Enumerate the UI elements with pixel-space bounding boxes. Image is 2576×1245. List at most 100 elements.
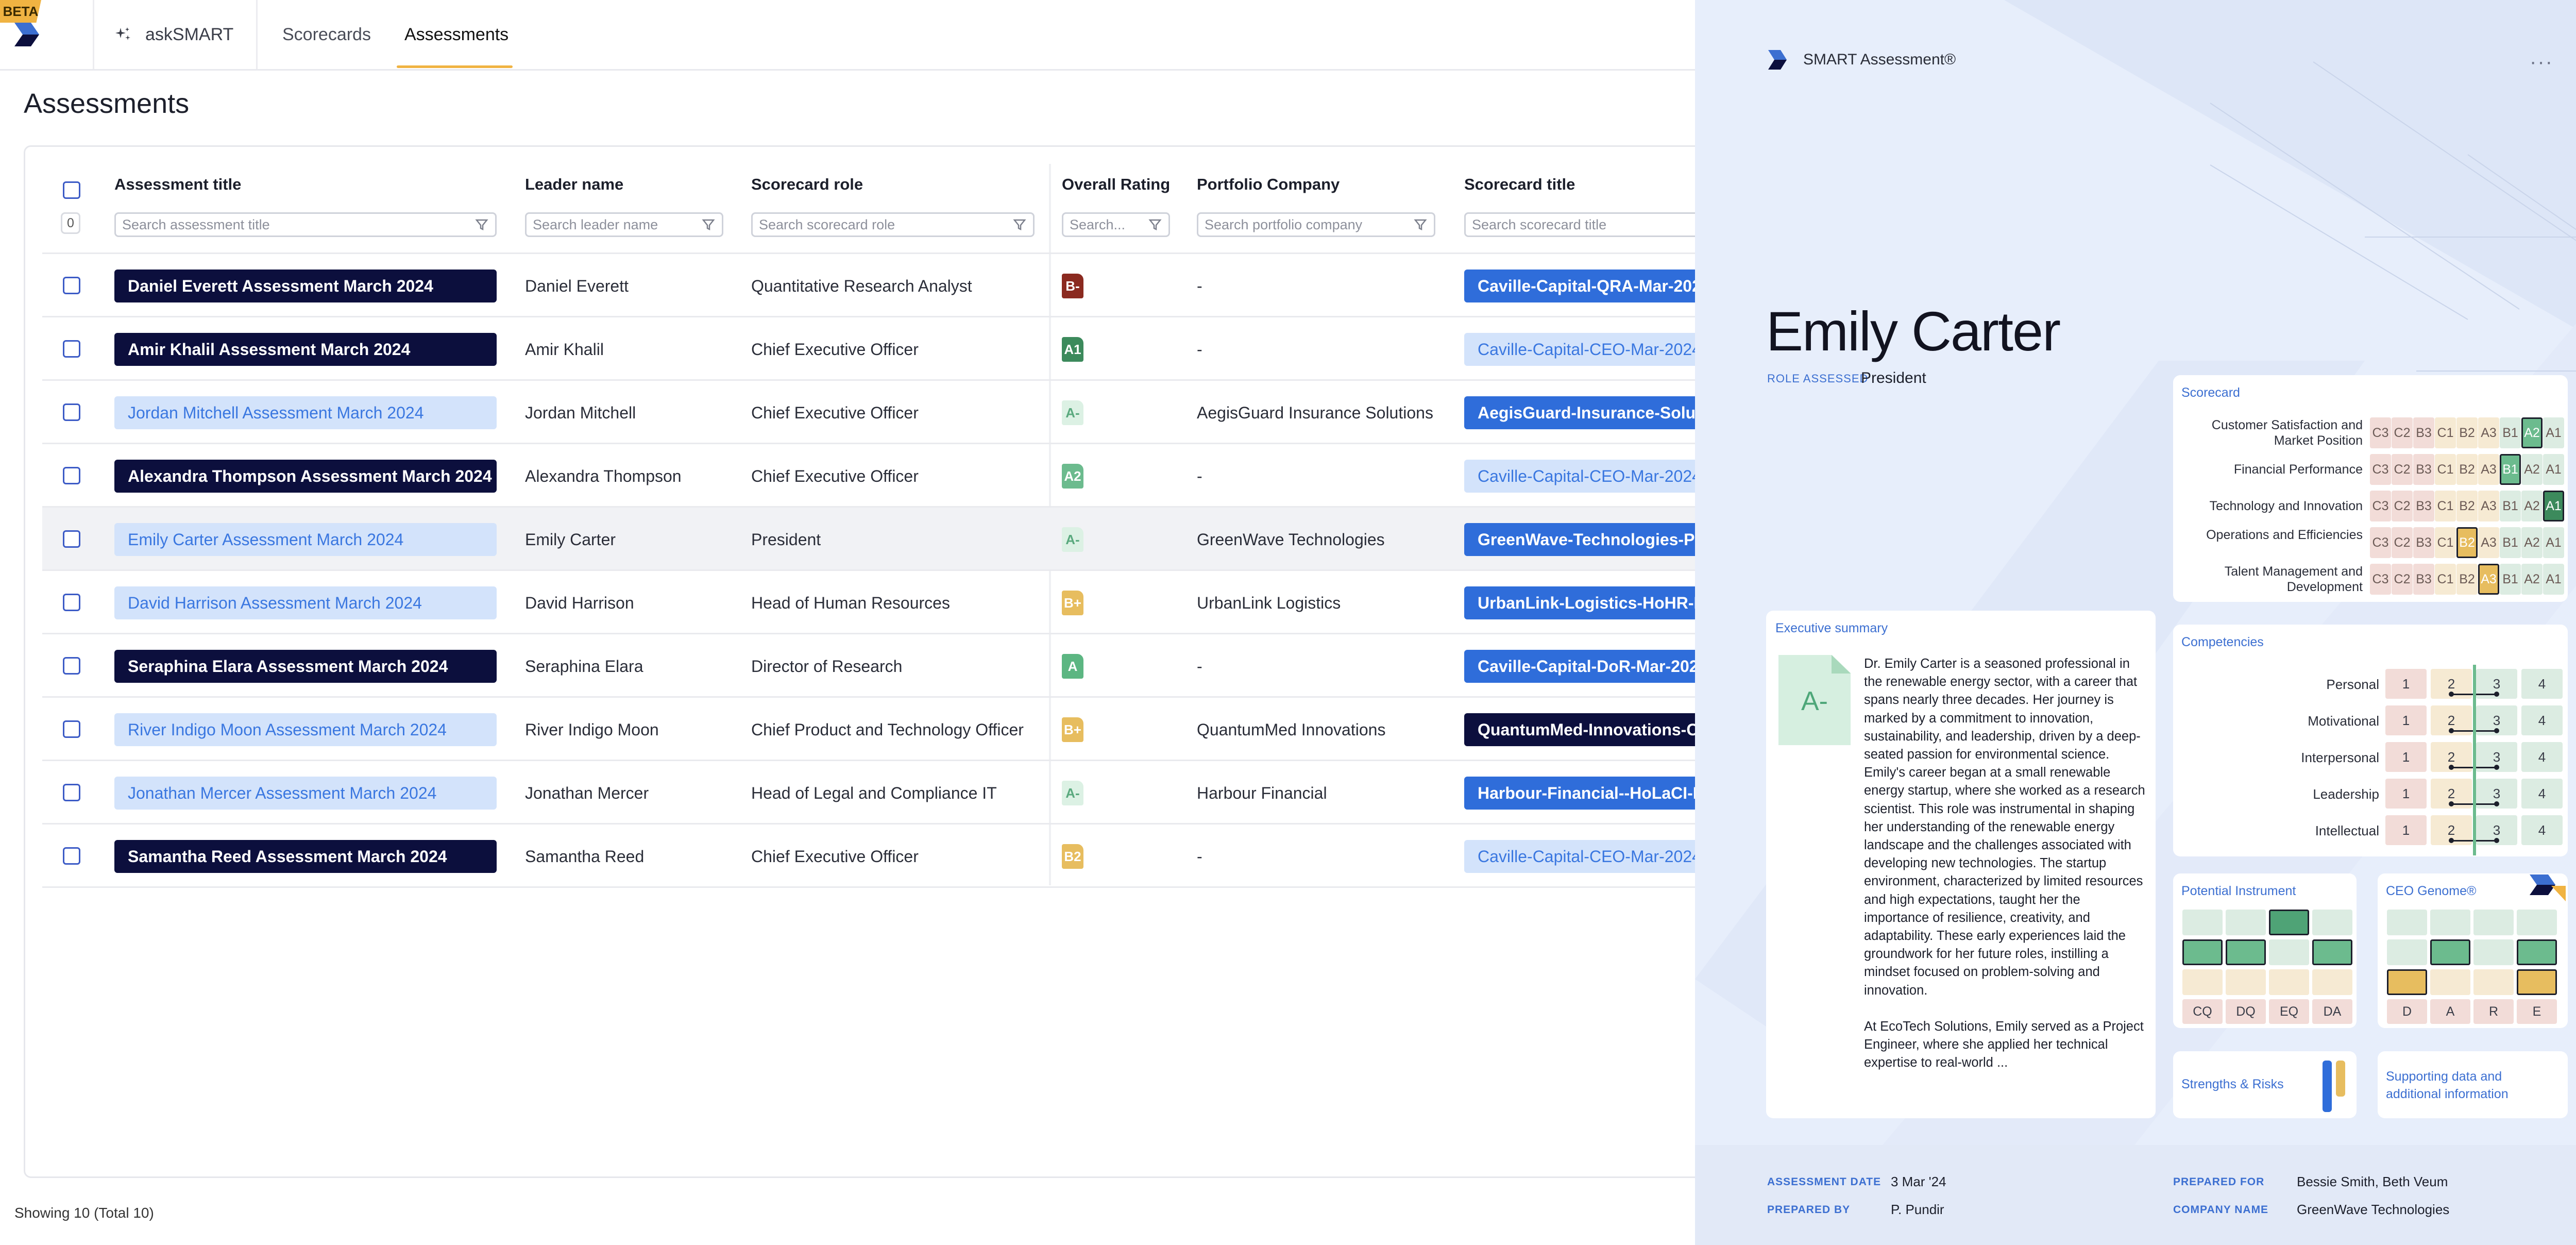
table-row[interactable]: Alexandra Thompson Assessment March 2024… bbox=[42, 443, 1753, 506]
rating-badge: A1 bbox=[1062, 337, 1083, 362]
portfolio-company-cell: - bbox=[1197, 340, 1202, 359]
table-row[interactable]: Jonathan Mercer Assessment March 2024 Jon… bbox=[42, 760, 1753, 823]
assessment-date-value: 3 Mar '24 bbox=[1891, 1174, 1946, 1189]
row-checkbox[interactable] bbox=[63, 847, 80, 865]
scorecard-title-search-input[interactable]: Search scorecard title bbox=[1464, 212, 1722, 237]
strengths-risks-card[interactable]: Strengths & Risks bbox=[2173, 1051, 2357, 1118]
row-checkbox[interactable] bbox=[63, 657, 80, 675]
more-options-icon[interactable]: ··· bbox=[2530, 51, 2553, 74]
rating-badge: B- bbox=[1062, 274, 1083, 298]
assessment-title-link[interactable]: Daniel Everett Assessment March 2024 bbox=[114, 270, 497, 302]
assessment-title-link[interactable]: Jordan Mitchell Assessment March 2024 bbox=[114, 396, 497, 429]
portfolio-company-search-input[interactable]: Search portfolio company bbox=[1197, 212, 1435, 237]
scorecard-grade: B1 bbox=[2500, 527, 2521, 558]
tab-scorecards[interactable]: Scorecards bbox=[282, 22, 371, 47]
column-header-leader-name[interactable]: Leader name bbox=[525, 175, 623, 194]
column-header-scorecard-title[interactable]: Scorecard title bbox=[1464, 175, 1575, 194]
competencies-card[interactable]: Competencies Personal 1 2 3 4 Motivational 1 2 3… bbox=[2173, 625, 2568, 856]
competency-label: Intellectual bbox=[2315, 823, 2379, 838]
assessment-title-link[interactable]: Samantha Reed Assessment March 2024 bbox=[114, 840, 497, 873]
overall-rating-search-input[interactable]: Search... bbox=[1062, 212, 1170, 237]
scorecard-role-cell: Chief Executive Officer bbox=[751, 340, 919, 359]
scorecard-grade: A3 bbox=[2478, 417, 2499, 448]
grid-axis-label: D bbox=[2387, 999, 2427, 1024]
table-row[interactable]: David Harrison Assessment March 2024 Davi… bbox=[42, 569, 1753, 633]
tab-assessments[interactable]: Assessments bbox=[404, 22, 509, 47]
table-row[interactable]: Daniel Everett Assessment March 2024 Dani… bbox=[42, 253, 1753, 316]
competency-range-start bbox=[2449, 765, 2454, 770]
executive-summary-card[interactable]: Executive summary A- Dr. Emily Carter is… bbox=[1766, 611, 2156, 1118]
scorecard-grade: B3 bbox=[2413, 564, 2434, 595]
select-all-checkbox[interactable] bbox=[63, 181, 80, 199]
rating-badge: B+ bbox=[1062, 591, 1083, 615]
assessment-title-link[interactable]: David Harrison Assessment March 2024 bbox=[114, 586, 497, 619]
table-row[interactable]: Amir Khalil Assessment March 2024 Amir Kh… bbox=[42, 316, 1753, 379]
filter-icon[interactable] bbox=[1012, 217, 1027, 232]
table-row[interactable]: Samantha Reed Assessment March 2024 Saman… bbox=[42, 823, 1753, 886]
assessment-title-search-input[interactable]: Search assessment title bbox=[114, 212, 497, 237]
leader-name-search-input[interactable]: Search leader name bbox=[525, 212, 723, 237]
scorecard-grade: A1 bbox=[2543, 527, 2564, 558]
leader-name-cell: Emily Carter bbox=[525, 530, 616, 549]
table-row[interactable]: Emily Carter Assessment March 2024 Emily … bbox=[42, 506, 1753, 569]
scorecard-grade: A2 bbox=[2521, 564, 2543, 595]
row-checkbox[interactable] bbox=[63, 720, 80, 738]
assessment-title-link[interactable]: Emily Carter Assessment March 2024 bbox=[114, 523, 497, 556]
asksmart-link[interactable]: askSMART bbox=[114, 22, 233, 47]
supporting-data-card[interactable]: Supporting data and additional informati… bbox=[2378, 1051, 2568, 1118]
ceo-genome-card[interactable]: CEO Genome® DARE bbox=[2378, 873, 2568, 1028]
row-checkbox[interactable] bbox=[63, 340, 80, 358]
grid-cell-selected bbox=[2430, 939, 2470, 965]
assessment-title-link[interactable]: Alexandra Thompson Assessment March 2024 bbox=[114, 460, 497, 493]
active-tab-indicator bbox=[397, 65, 513, 68]
column-header-overall-rating[interactable]: Overall Rating bbox=[1062, 175, 1170, 194]
row-checkbox[interactable] bbox=[63, 594, 80, 611]
panel-brand: SMART Assessment® bbox=[1767, 49, 1956, 71]
competency-scale-cell: 4 bbox=[2521, 705, 2563, 735]
scorecard-grade: B2 bbox=[2456, 564, 2478, 595]
competency-range-end bbox=[2494, 838, 2499, 843]
assessment-title-link[interactable]: River Indigo Moon Assessment March 2024 bbox=[114, 713, 497, 746]
assessment-title-link[interactable]: Jonathan Mercer Assessment March 2024 bbox=[114, 777, 497, 810]
competency-range-start bbox=[2449, 838, 2454, 843]
rating-badge: A- bbox=[1062, 781, 1083, 805]
scorecard-role-search-input[interactable]: Search scorecard role bbox=[751, 212, 1035, 237]
row-checkbox[interactable] bbox=[63, 530, 80, 548]
role-assessed-label: ROLE ASSESSED bbox=[1767, 372, 1869, 385]
column-header-scorecard-role[interactable]: Scorecard role bbox=[751, 175, 863, 194]
competency-range-end bbox=[2494, 801, 2499, 806]
grid-cell bbox=[2182, 910, 2223, 935]
row-divider bbox=[42, 886, 1695, 888]
portfolio-company-cell: UrbanLink Logistics bbox=[1197, 594, 1341, 612]
scorecard-grade: C3 bbox=[2370, 417, 2391, 448]
table-row[interactable]: Seraphina Elara Assessment March 2024 Ser… bbox=[42, 633, 1753, 696]
row-checkbox[interactable] bbox=[63, 277, 80, 294]
scorecard-row-label: Talent Management and Development bbox=[2224, 564, 2363, 594]
filter-icon[interactable] bbox=[1413, 217, 1428, 232]
table-row[interactable]: River Indigo Moon Assessment March 2024 R… bbox=[42, 696, 1753, 760]
rating-badge: B+ bbox=[1062, 717, 1083, 742]
filter-icon[interactable] bbox=[701, 217, 716, 232]
scorecard-grade-selected: B2 bbox=[2456, 527, 2478, 558]
row-checkbox[interactable] bbox=[63, 784, 80, 801]
table-row[interactable]: Jordan Mitchell Assessment March 2024 Jor… bbox=[42, 379, 1753, 443]
grid-cell bbox=[2430, 969, 2470, 995]
scorecard-card[interactable]: Scorecard Customer Satisfaction and Mark… bbox=[2173, 375, 2568, 602]
column-header-portfolio-company[interactable]: Portfolio Company bbox=[1197, 175, 1340, 194]
row-checkbox[interactable] bbox=[63, 403, 80, 421]
competency-scale-cell: 4 bbox=[2521, 815, 2563, 845]
potential-instrument-card[interactable]: Potential Instrument CQ DQ EQ DA bbox=[2173, 873, 2357, 1028]
scorecard-grade: B1 bbox=[2500, 417, 2521, 448]
scorecard-role-cell: Chief Executive Officer bbox=[751, 847, 919, 866]
column-header-assessment-title[interactable]: Assessment title bbox=[114, 175, 241, 194]
assessment-title-link[interactable]: Amir Khalil Assessment March 2024 bbox=[114, 333, 497, 366]
grid-cell-selected bbox=[2517, 969, 2557, 995]
row-checkbox[interactable] bbox=[63, 467, 80, 484]
search-placeholder: Search leader name bbox=[533, 216, 658, 232]
filter-icon[interactable] bbox=[1148, 217, 1162, 232]
assessment-title-link[interactable]: Seraphina Elara Assessment March 2024 bbox=[114, 650, 497, 683]
filter-icon[interactable] bbox=[474, 217, 489, 232]
grid-cell bbox=[2473, 910, 2514, 935]
scorecard-grade: A2 bbox=[2521, 454, 2543, 485]
scorecard-grade: C2 bbox=[2392, 564, 2413, 595]
